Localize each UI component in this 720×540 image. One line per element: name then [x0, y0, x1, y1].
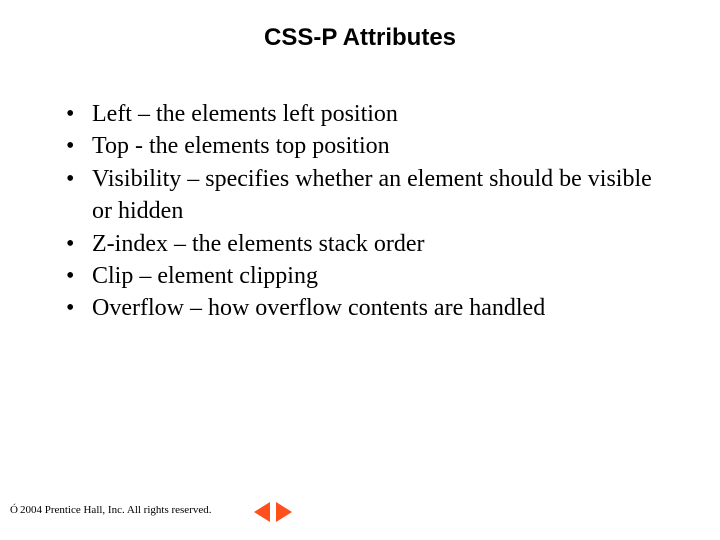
list-item: Z-index – the elements stack order: [60, 228, 660, 260]
list-item: Overflow – how overflow contents are han…: [60, 292, 660, 324]
list-item: Top - the elements top position: [60, 130, 660, 162]
list-item: Left – the elements left position: [60, 98, 660, 130]
slide-body: Left – the elements left position Top - …: [60, 98, 660, 325]
footer: Ó 2004 Prentice Hall, Inc. All rights re…: [10, 504, 212, 516]
nav-controls: [254, 502, 292, 522]
bullet-list: Left – the elements left position Top - …: [60, 98, 660, 325]
slide-title: CSS-P Attributes: [0, 24, 720, 52]
copyright-symbol: Ó: [10, 504, 18, 516]
next-slide-button[interactable]: [276, 502, 292, 522]
slide: CSS-P Attributes Left – the elements lef…: [0, 0, 720, 540]
prev-slide-button[interactable]: [254, 502, 270, 522]
list-item: Clip – element clipping: [60, 260, 660, 292]
copyright-text: 2004 Prentice Hall, Inc. All rights rese…: [20, 504, 212, 516]
list-item: Visibility – specifies whether an elemen…: [60, 163, 660, 228]
